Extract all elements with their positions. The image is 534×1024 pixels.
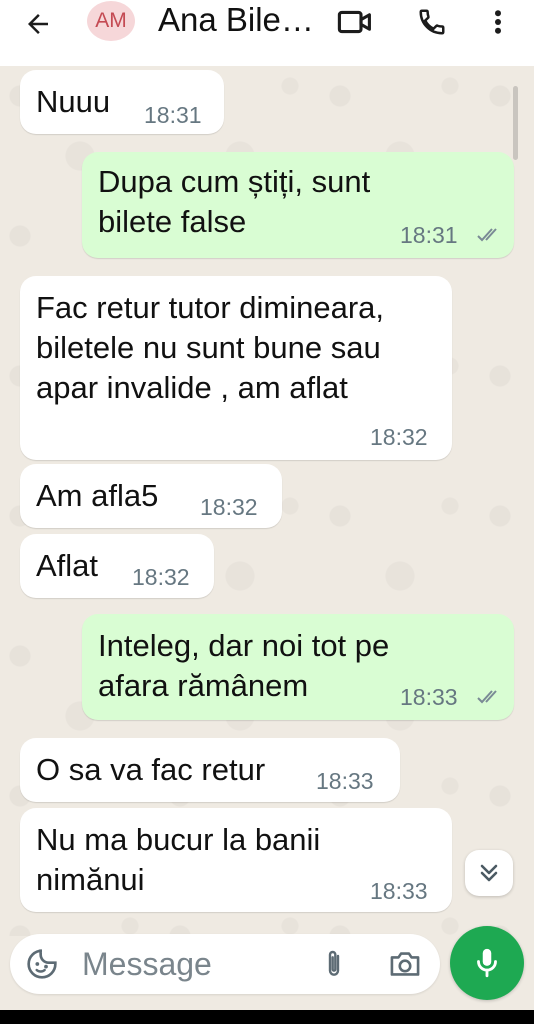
more-vertical-icon	[495, 10, 501, 34]
message-text: Nuuu	[36, 84, 111, 119]
scrollbar[interactable]	[513, 86, 518, 160]
message-text: bilete false	[98, 204, 247, 239]
message-bubble-incoming[interactable]: Nuuu 18:31	[20, 70, 224, 134]
double-check-icon	[477, 690, 497, 704]
message-bubble-outgoing[interactable]: Inteleg, dar noi tot pe afara rămânem 18…	[82, 614, 514, 720]
message-text: Fac retur tutor dimineara,	[36, 290, 385, 325]
message-text: Inteleg, dar noi tot pe	[98, 628, 390, 663]
message-bubble-incoming[interactable]: Nu ma bucur la banii nimănui 18:33	[20, 808, 452, 912]
message-time: 18:31	[144, 102, 202, 128]
more-options-button[interactable]	[480, 4, 516, 40]
camera-button[interactable]	[385, 946, 425, 982]
avatar[interactable]: AM	[87, 1, 135, 41]
microphone-icon	[477, 948, 497, 978]
message-input[interactable]	[82, 942, 302, 986]
emoji-sticker-icon	[27, 949, 57, 979]
message-time: 18:32	[132, 564, 190, 590]
message-text: Dupa cum știți, sunt	[98, 164, 371, 199]
arrow-left-icon	[28, 14, 48, 34]
voice-call-button[interactable]	[414, 4, 450, 40]
message-text: Aflat	[36, 548, 99, 583]
message-text: biletele nu sunt bune sau	[36, 330, 381, 365]
chevron-double-down-icon	[480, 864, 498, 882]
message-time: 18:33	[370, 878, 428, 904]
message-bubble-outgoing[interactable]: Dupa cum știți, sunt bilete false 18:31	[82, 152, 514, 258]
message-text: nimănui	[36, 862, 145, 897]
message-composer	[10, 934, 440, 994]
message-text: afara rămânem	[98, 668, 309, 703]
video-camera-icon	[337, 10, 371, 34]
message-bubble-incoming[interactable]: Am afla5 18:32	[20, 464, 282, 528]
message-text: O sa va fac retur	[36, 752, 266, 787]
message-time: 18:32	[370, 424, 428, 450]
message-time: 18:33	[316, 768, 374, 794]
system-navigation-bar	[0, 1010, 534, 1024]
voice-message-button[interactable]	[450, 926, 524, 1000]
attach-button[interactable]	[316, 946, 352, 982]
message-time: 18:31	[400, 222, 458, 248]
emoji-button[interactable]	[24, 946, 60, 982]
message-text: Am afla5	[36, 478, 159, 513]
phone-icon	[419, 9, 445, 35]
message-text: Nu ma bucur la banii	[36, 822, 321, 857]
message-time: 18:33	[400, 684, 458, 710]
scroll-to-bottom-button[interactable]	[465, 850, 513, 896]
double-check-icon	[477, 228, 497, 242]
video-call-button[interactable]	[337, 4, 373, 40]
message-bubble-incoming[interactable]: Aflat 18:32	[20, 534, 214, 598]
paperclip-icon	[328, 950, 340, 976]
message-text: apar invalide , am aflat	[36, 370, 348, 405]
back-button[interactable]	[20, 6, 56, 42]
chat-header: AM Ana Bile…	[0, 0, 534, 66]
camera-icon	[390, 952, 420, 976]
contact-name[interactable]: Ana Bile…	[158, 0, 314, 40]
message-time: 18:32	[200, 494, 258, 520]
message-bubble-incoming[interactable]: O sa va fac retur 18:33	[20, 738, 400, 802]
message-bubble-incoming[interactable]: Fac retur tutor dimineara, biletele nu s…	[20, 276, 452, 460]
